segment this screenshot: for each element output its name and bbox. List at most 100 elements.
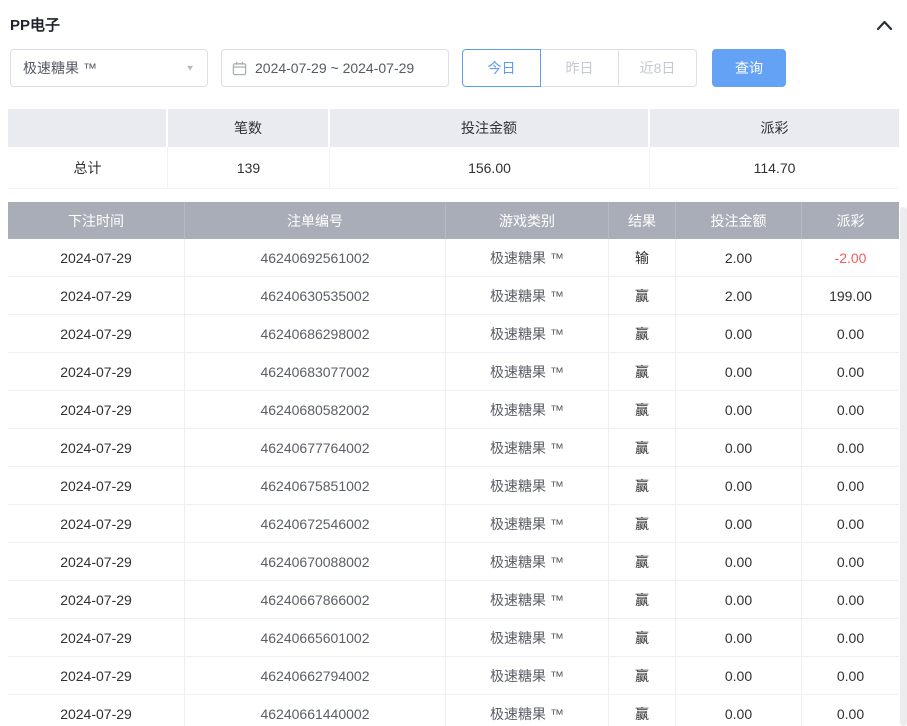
quick-date-button-group: 今日 昨日 近8日 — [462, 49, 697, 87]
payout-cell: 0.00 — [802, 467, 899, 504]
summary-total-row: 总计 139 156.00 114.70 — [8, 147, 899, 189]
bet-amount-cell: 2.00 — [676, 239, 802, 276]
result-cell: 赢 — [609, 505, 676, 542]
bet-amount-cell: 0.00 — [676, 695, 802, 726]
vertical-scrollbar[interactable] — [900, 207, 907, 726]
payout-cell: 0.00 — [802, 429, 899, 466]
yesterday-button[interactable]: 昨日 — [540, 49, 619, 87]
bet-id-cell: 46240675851002 — [185, 467, 446, 504]
bet-time-cell: 2024-07-29 — [8, 657, 185, 694]
game-type-cell: 极速糖果 ™ — [446, 543, 609, 580]
bet-amount-cell: 0.00 — [676, 391, 802, 428]
result-cell: 赢 — [609, 467, 676, 504]
game-type-cell: 极速糖果 ™ — [446, 619, 609, 656]
bet-time-cell: 2024-07-29 — [8, 239, 185, 276]
header-bet-amount: 投注金额 — [676, 202, 802, 239]
game-type-cell: 极速糖果 ™ — [446, 239, 609, 276]
game-type-cell: 极速糖果 ™ — [446, 581, 609, 618]
result-cell: 赢 — [609, 619, 676, 656]
summary-header-bet-amount: 投注金额 — [330, 109, 650, 147]
payout-cell: 199.00 — [802, 277, 899, 314]
bet-amount-cell: 0.00 — [676, 315, 802, 352]
bet-time-cell: 2024-07-29 — [8, 695, 185, 726]
bet-amount-cell: 0.00 — [676, 619, 802, 656]
result-cell: 赢 — [609, 695, 676, 726]
bet-time-cell: 2024-07-29 — [8, 429, 185, 466]
game-type-cell: 极速糖果 ™ — [446, 353, 609, 390]
bet-id-cell: 46240667866002 — [185, 581, 446, 618]
summary-header-payout: 派彩 — [650, 109, 899, 147]
pp-electronic-panel: PP电子 极速糖果 ™ ▼ 2024-07-29 ~ 2024-07-29 — [0, 0, 907, 726]
today-button[interactable]: 今日 — [462, 49, 541, 87]
bet-id-cell: 46240665601002 — [185, 619, 446, 656]
table-row: 2024-07-2946240683077002极速糖果 ™赢0.000.00 — [8, 353, 899, 391]
table-row: 2024-07-2946240670088002极速糖果 ™赢0.000.00 — [8, 543, 899, 581]
game-type-cell: 极速糖果 ™ — [446, 467, 609, 504]
bet-time-cell: 2024-07-29 — [8, 543, 185, 580]
summary-header-row: 笔数 投注金额 派彩 — [8, 109, 899, 147]
bet-id-cell: 46240686298002 — [185, 315, 446, 352]
search-button[interactable]: 查询 — [712, 49, 786, 87]
result-cell: 赢 — [609, 391, 676, 428]
payout-cell: 0.00 — [802, 581, 899, 618]
chevron-down-icon: ▼ — [185, 64, 195, 73]
payout-cell: -2.00 — [802, 239, 899, 276]
bet-time-cell: 2024-07-29 — [8, 581, 185, 618]
summary-total-payout: 114.70 — [650, 147, 899, 188]
bet-id-cell: 46240670088002 — [185, 543, 446, 580]
game-type-cell: 极速糖果 ™ — [446, 695, 609, 726]
page-title: PP电子 — [10, 14, 60, 35]
bet-id-cell: 46240630535002 — [185, 277, 446, 314]
last-8-days-button[interactable]: 近8日 — [618, 49, 697, 87]
date-range-input[interactable]: 2024-07-29 ~ 2024-07-29 — [221, 49, 449, 87]
bet-time-cell: 2024-07-29 — [8, 315, 185, 352]
result-cell: 赢 — [609, 543, 676, 580]
header-bet-id: 注单编号 — [185, 202, 446, 239]
bet-time-cell: 2024-07-29 — [8, 619, 185, 656]
table-row: 2024-07-2946240662794002极速糖果 ™赢0.000.00 — [8, 657, 899, 695]
result-cell: 赢 — [609, 277, 676, 314]
table-row: 2024-07-2946240680582002极速糖果 ™赢0.000.00 — [8, 391, 899, 429]
bet-time-cell: 2024-07-29 — [8, 277, 185, 314]
header-result: 结果 — [609, 202, 676, 239]
table-row: 2024-07-2946240677764002极速糖果 ™赢0.000.00 — [8, 429, 899, 467]
table-row: 2024-07-2946240630535002极速糖果 ™赢2.00199.0… — [8, 277, 899, 315]
bet-amount-cell: 0.00 — [676, 353, 802, 390]
payout-cell: 0.00 — [802, 391, 899, 428]
game-type-cell: 极速糖果 ™ — [446, 505, 609, 542]
result-cell: 输 — [609, 239, 676, 276]
bet-time-cell: 2024-07-29 — [8, 391, 185, 428]
result-cell: 赢 — [609, 581, 676, 618]
game-type-cell: 极速糖果 ™ — [446, 277, 609, 314]
bet-id-cell: 46240661440002 — [185, 695, 446, 726]
bet-id-cell: 46240672546002 — [185, 505, 446, 542]
game-type-cell: 极速糖果 ™ — [446, 657, 609, 694]
filter-bar: 极速糖果 ™ ▼ 2024-07-29 ~ 2024-07-29 今日 昨日 近… — [10, 49, 897, 87]
summary-table: 笔数 投注金额 派彩 总计 139 156.00 114.70 — [8, 109, 899, 189]
payout-cell: 0.00 — [802, 315, 899, 352]
payout-cell: 0.00 — [802, 657, 899, 694]
payout-cell: 0.00 — [802, 695, 899, 726]
table-row: 2024-07-2946240667866002极速糖果 ™赢0.000.00 — [8, 581, 899, 619]
payout-cell: 0.00 — [802, 505, 899, 542]
bet-amount-cell: 2.00 — [676, 277, 802, 314]
bet-amount-cell: 0.00 — [676, 581, 802, 618]
bet-time-cell: 2024-07-29 — [8, 467, 185, 504]
bet-id-cell: 46240692561002 — [185, 239, 446, 276]
game-type-cell: 极速糖果 ™ — [446, 315, 609, 352]
table-row: 2024-07-2946240665601002极速糖果 ™赢0.000.00 — [8, 619, 899, 657]
game-select-value: 极速糖果 ™ — [23, 58, 97, 78]
result-cell: 赢 — [609, 657, 676, 694]
bet-id-cell: 46240680582002 — [185, 391, 446, 428]
game-type-cell: 极速糖果 ™ — [446, 391, 609, 428]
date-range-value: 2024-07-29 ~ 2024-07-29 — [255, 60, 414, 76]
bet-table-header-row: 下注时间 注单编号 游戏类别 结果 投注金额 派彩 — [8, 202, 899, 239]
table-row: 2024-07-2946240661440002极速糖果 ™赢0.000.00 — [8, 695, 899, 726]
table-row: 2024-07-2946240672546002极速糖果 ™赢0.000.00 — [8, 505, 899, 543]
bet-id-cell: 46240662794002 — [185, 657, 446, 694]
game-select[interactable]: 极速糖果 ™ ▼ — [10, 49, 208, 87]
result-cell: 赢 — [609, 315, 676, 352]
collapse-chevron-icon[interactable] — [876, 19, 893, 31]
payout-cell: 0.00 — [802, 543, 899, 580]
result-cell: 赢 — [609, 353, 676, 390]
